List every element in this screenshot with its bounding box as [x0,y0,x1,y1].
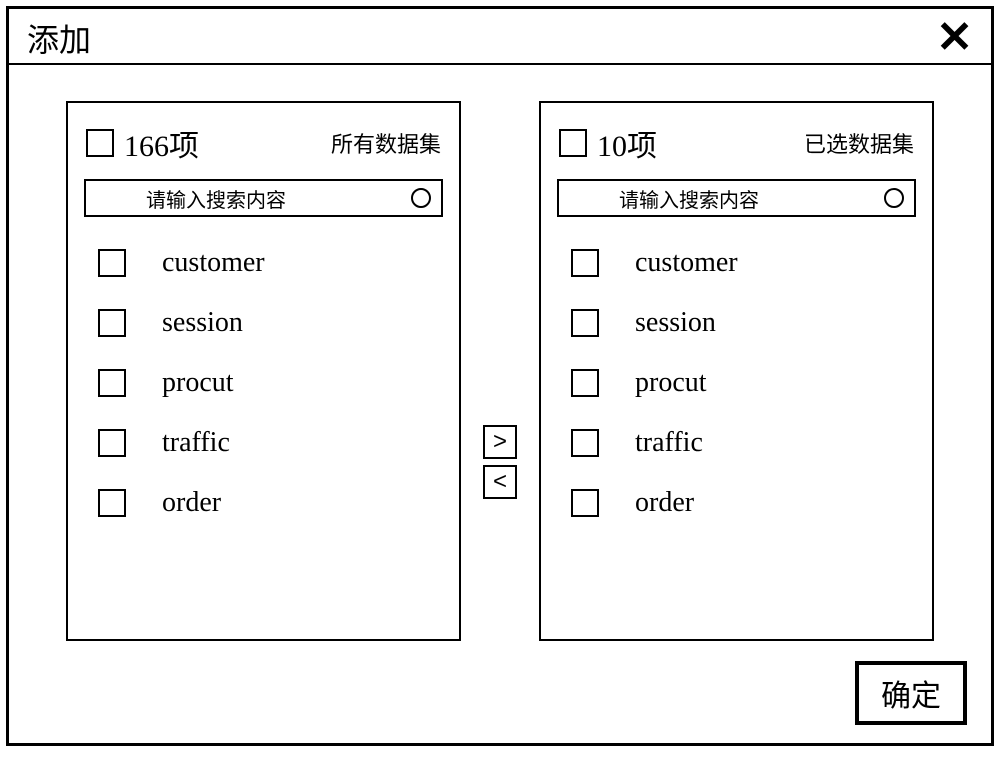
item-label: session [162,307,243,339]
list-item[interactable]: traffic [98,427,443,459]
dialog-body: 166项 所有数据集 请输入搜索内容 customer session pro [9,65,991,743]
item-label: traffic [635,427,703,459]
item-label: order [635,487,694,519]
search-icon [411,188,431,208]
item-checkbox[interactable] [571,369,599,397]
search-placeholder-left: 请输入搜索内容 [96,184,411,213]
item-checkbox[interactable] [98,249,126,277]
list-item[interactable]: customer [571,247,916,279]
move-right-button[interactable]: > [483,425,517,459]
selected-panel-header: 10项 已选数据集 [557,117,916,179]
list-item[interactable]: order [571,487,916,519]
list-item[interactable]: session [98,307,443,339]
item-label: session [635,307,716,339]
select-all-checkbox-right[interactable] [559,129,587,157]
all-subtitle: 所有数据集 [331,127,441,159]
list-item[interactable]: procut [98,367,443,399]
item-label: traffic [162,427,230,459]
item-checkbox[interactable] [571,429,599,457]
item-checkbox[interactable] [98,489,126,517]
all-items-list: customer session procut traffic order [84,247,443,519]
item-checkbox[interactable] [98,369,126,397]
selected-items-list: customer session procut traffic order [557,247,916,519]
transfer-controls: > < [483,425,517,499]
item-checkbox[interactable] [571,249,599,277]
item-label: procut [162,367,234,399]
all-panel-header: 166项 所有数据集 [84,117,443,179]
item-label: customer [162,247,265,279]
search-icon [884,188,904,208]
confirm-button[interactable]: 确定 [855,661,967,725]
add-dialog: 添加 ✕ 166项 所有数据集 请输入搜索内容 customer [6,6,994,746]
close-icon[interactable]: ✕ [936,16,973,60]
dialog-footer: 确定 [855,661,967,725]
search-placeholder-right: 请输入搜索内容 [569,184,884,213]
item-checkbox[interactable] [98,309,126,337]
search-input-right[interactable]: 请输入搜索内容 [557,179,916,217]
list-item[interactable]: procut [571,367,916,399]
selected-datasets-panel: 10项 已选数据集 请输入搜索内容 customer session proc [539,101,934,641]
selected-subtitle: 已选数据集 [804,127,914,159]
list-item[interactable]: order [98,487,443,519]
list-item[interactable]: session [571,307,916,339]
item-label: procut [635,367,707,399]
item-label: order [162,487,221,519]
item-checkbox[interactable] [571,489,599,517]
select-all-checkbox-left[interactable] [86,129,114,157]
all-count-label: 166项 [124,121,321,165]
dialog-title: 添加 [27,15,91,61]
item-checkbox[interactable] [98,429,126,457]
search-input-left[interactable]: 请输入搜索内容 [84,179,443,217]
item-checkbox[interactable] [571,309,599,337]
item-label: customer [635,247,738,279]
selected-count-label: 10项 [597,121,794,165]
list-item[interactable]: customer [98,247,443,279]
move-left-button[interactable]: < [483,465,517,499]
dialog-header: 添加 ✕ [9,9,991,65]
list-item[interactable]: traffic [571,427,916,459]
all-datasets-panel: 166项 所有数据集 请输入搜索内容 customer session pro [66,101,461,641]
